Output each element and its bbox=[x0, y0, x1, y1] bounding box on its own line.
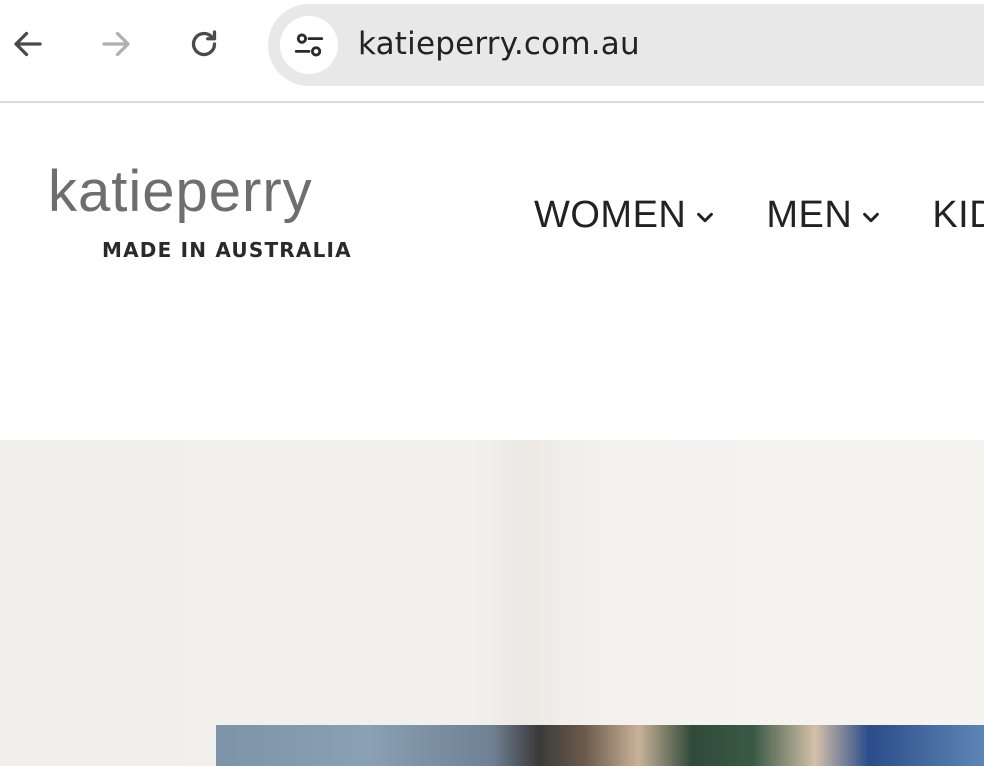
browser-toolbar: katieperry.com.au bbox=[0, 0, 984, 103]
nav-item-women[interactable]: WOMEN bbox=[534, 194, 716, 237]
logo-tagline: MADE IN AUSTRALIA bbox=[102, 238, 352, 262]
nav-item-label: WOMEN bbox=[534, 193, 687, 236]
chevron-down-icon bbox=[863, 212, 880, 223]
reload-button[interactable] bbox=[182, 22, 226, 66]
hero-photo bbox=[216, 725, 984, 766]
nav-item-men[interactable]: MEN bbox=[766, 194, 882, 237]
site-header bbox=[0, 103, 984, 440]
nav-item-label: MEN bbox=[766, 193, 853, 236]
nav-item-kids[interactable]: KID bbox=[932, 194, 984, 237]
back-button[interactable] bbox=[6, 22, 50, 66]
url-text[interactable]: katieperry.com.au bbox=[358, 26, 640, 62]
address-bar[interactable]: katieperry.com.au bbox=[268, 4, 984, 86]
hero-banner[interactable] bbox=[0, 440, 984, 766]
chevron-down-icon bbox=[697, 212, 714, 223]
site-logo[interactable]: katieperry MADE IN AUSTRALIA bbox=[48, 160, 388, 270]
logo-wordmark: katieperry bbox=[48, 159, 313, 224]
site-info-button[interactable] bbox=[280, 16, 338, 74]
forward-arrow-icon bbox=[102, 31, 130, 57]
forward-button[interactable] bbox=[94, 22, 138, 66]
back-arrow-icon bbox=[14, 31, 42, 57]
nav-item-label: KID bbox=[932, 193, 984, 236]
reload-icon bbox=[191, 30, 217, 57]
main-nav: WOMEN MEN KID bbox=[534, 190, 984, 240]
site-settings-icon bbox=[294, 33, 324, 57]
